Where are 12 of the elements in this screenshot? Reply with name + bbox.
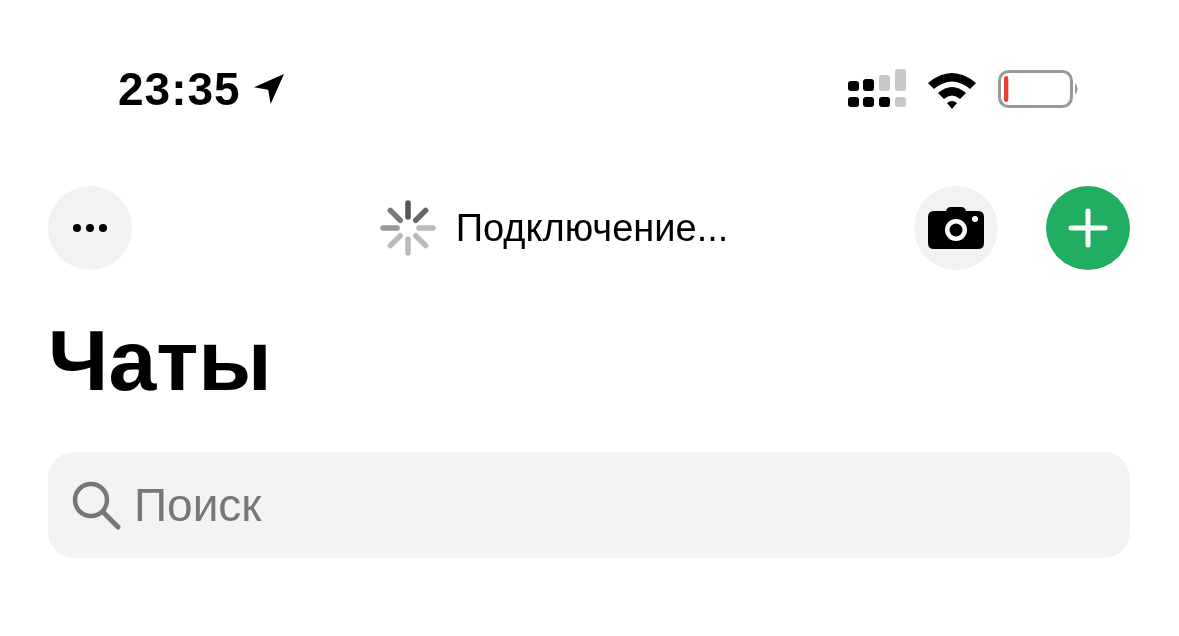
spinner-icon [377, 198, 438, 258]
connection-status: Подключение... [455, 206, 729, 250]
camera-icon [928, 207, 984, 249]
search-bar[interactable]: Поиск [48, 452, 1130, 558]
signal-icon [848, 69, 906, 109]
page-title: Чаты [48, 311, 273, 410]
plus-icon [1068, 208, 1108, 248]
more-icon [73, 224, 107, 232]
search-icon [70, 479, 122, 531]
battery-icon [998, 69, 1080, 109]
search-field[interactable]: Поиск [132, 477, 1108, 533]
clock-time: 23:35 [118, 62, 241, 116]
